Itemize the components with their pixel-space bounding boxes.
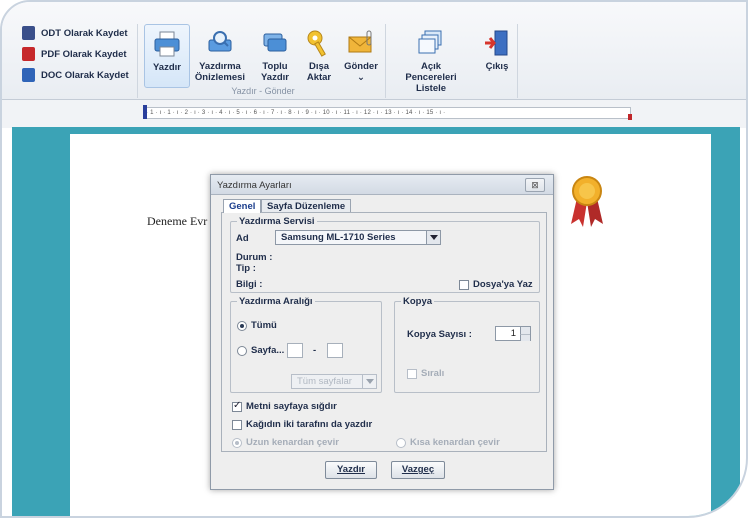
duplex-label: Kağıdın iki tarafını da yazdır [246,419,373,430]
window-group: Açık Pencereleri Listele Çıkış [390,24,518,98]
send-label: Gönder ⌄ [344,61,378,83]
windows-stack-icon [416,28,446,58]
copy-count-value: 1 [510,328,516,339]
print-preview-button[interactable]: Yazdırma Önizlemesi [194,24,246,88]
print-settings-dialog: Yazdırma Ayarları ⊠ Genel Sayfa Düzenlem… [210,174,554,490]
page-range-dash: - [313,345,317,356]
doc-file-icon [22,68,35,82]
print-service-title: Yazdırma Servisi [237,216,317,227]
duplex-checkbox[interactable] [232,420,242,430]
odt-file-icon [22,26,35,40]
page-subset-value: Tüm sayfalar [297,376,352,387]
award-rosette-icon [567,174,607,230]
envelope-icon [346,28,376,58]
printer-select[interactable]: Samsung ML-1710 Series [275,230,441,245]
page-range-label: Sayfa... [251,345,285,356]
short-edge-radio[interactable] [396,438,406,448]
batch-print-button[interactable]: Toplu Yazdır [252,24,298,88]
exit-label: Çıkış [485,61,509,72]
chevron-down-icon[interactable] [362,375,376,388]
printer-select-value: Samsung ML-1710 Series [281,232,396,243]
cancel-button[interactable]: Vazgeç [391,461,445,479]
long-edge-radio[interactable] [232,438,242,448]
list-open-windows-button[interactable]: Açık Pencereleri Listele [396,24,466,94]
export-label: Dışa Aktar [306,61,332,83]
print-send-group: Yazdır Yazdırma Önizlemesi Toplu Yazdır … [140,24,386,98]
horizontal-ruler[interactable]: · 1 · ı · 1 · ı · 2 · ı · 3 · ı · 4 · ı … [145,107,631,119]
copies-title: Kopya [401,296,435,307]
long-edge-label: Uzun kenardan çevir [246,437,339,448]
print-range-title: Yazdırma Aralığı [237,296,315,307]
chevron-down-icon[interactable] [426,231,440,244]
ribbon-toolbar: ODT Olarak Kaydet PDF Olarak Kaydet DOC … [2,2,746,100]
fit-to-page-checkbox[interactable] [232,400,242,412]
status-label: Durum : [236,252,273,263]
batch-print-label: Toplu Yazdır [261,61,289,83]
all-pages-radio[interactable] [237,321,247,331]
print-ok-button[interactable]: Yazdır [325,461,377,479]
copies-group: Kopya Kopya Sayısı : 1 Sıralı [394,296,540,393]
collate-label: Sıralı [421,368,445,379]
tab-page-setup[interactable]: Sayfa Düzenleme [261,199,352,213]
copy-count-stepper[interactable]: 1 [495,326,531,341]
info-label: Bilgi : [236,279,263,290]
copy-count-label: Kopya Sayısı : [407,329,472,340]
printer-name-label: Ad [236,233,249,244]
print-to-file-label: Dosya'ya Yaz [473,279,533,290]
batch-print-icon [260,28,290,58]
tab-general[interactable]: Genel [223,199,262,213]
dialog-title: Yazdırma Ayarları [217,180,292,191]
dialog-titlebar[interactable]: Yazdırma Ayarları ⊠ [211,175,553,195]
exit-button[interactable]: Çıkış [474,24,520,88]
all-pages-label: Tümü [251,320,277,331]
save-pdf-label: PDF Olarak Kaydet [41,48,127,60]
print-button-label: Yazdır [153,62,181,73]
increment-icon[interactable] [520,327,530,334]
exit-door-icon [482,28,512,58]
save-odt-label: ODT Olarak Kaydet [41,27,128,39]
application-window: ODT Olarak Kaydet PDF Olarak Kaydet DOC … [0,0,748,518]
save-odt-button[interactable]: ODT Olarak Kaydet [22,24,128,42]
print-range-group: Yazdırma Aralığı Tümü Sayfa... - Tüm say… [230,296,382,393]
document-text[interactable]: Deneme Evr [147,214,207,229]
short-edge-label: Kısa kenardan çevir [410,437,500,448]
fit-to-page-label: Metni sayfaya sığdır [246,401,337,412]
list-open-windows-label: Açık Pencereleri Listele [405,61,457,94]
key-icon [304,28,334,58]
send-button[interactable]: Gönder ⌄ [338,24,384,88]
save-group: ODT Olarak Kaydet PDF Olarak Kaydet DOC … [10,24,138,98]
print-to-file-checkbox[interactable] [459,280,469,290]
page-from-input[interactable] [287,343,303,358]
decrement-icon[interactable] [520,334,530,341]
export-button[interactable]: Dışa Aktar [296,24,342,88]
right-indent-marker[interactable] [628,114,632,120]
print-button[interactable]: Yazdır [144,24,190,88]
save-doc-button[interactable]: DOC Olarak Kaydet [22,66,129,84]
collate-checkbox[interactable] [407,369,417,379]
page-range-radio[interactable] [237,346,247,356]
page-to-input[interactable] [327,343,343,358]
type-label: Tip : [236,263,256,274]
print-service-group: Yazdırma Servisi Ad Samsung ML-1710 Seri… [230,216,540,293]
left-indent-marker[interactable] [143,105,147,119]
page-subset-select[interactable]: Tüm sayfalar [291,374,377,389]
print-send-group-label: Yazdır - Gönder [231,86,295,96]
close-icon[interactable]: ⊠ [525,178,545,192]
print-preview-label: Yazdırma Önizlemesi [194,61,246,83]
printer-icon [152,29,182,59]
print-preview-icon [205,28,235,58]
pdf-file-icon [22,47,35,61]
general-tab-panel: Yazdırma Servisi Ad Samsung ML-1710 Seri… [221,212,547,452]
save-pdf-button[interactable]: PDF Olarak Kaydet [22,45,127,63]
save-doc-label: DOC Olarak Kaydet [41,69,129,81]
